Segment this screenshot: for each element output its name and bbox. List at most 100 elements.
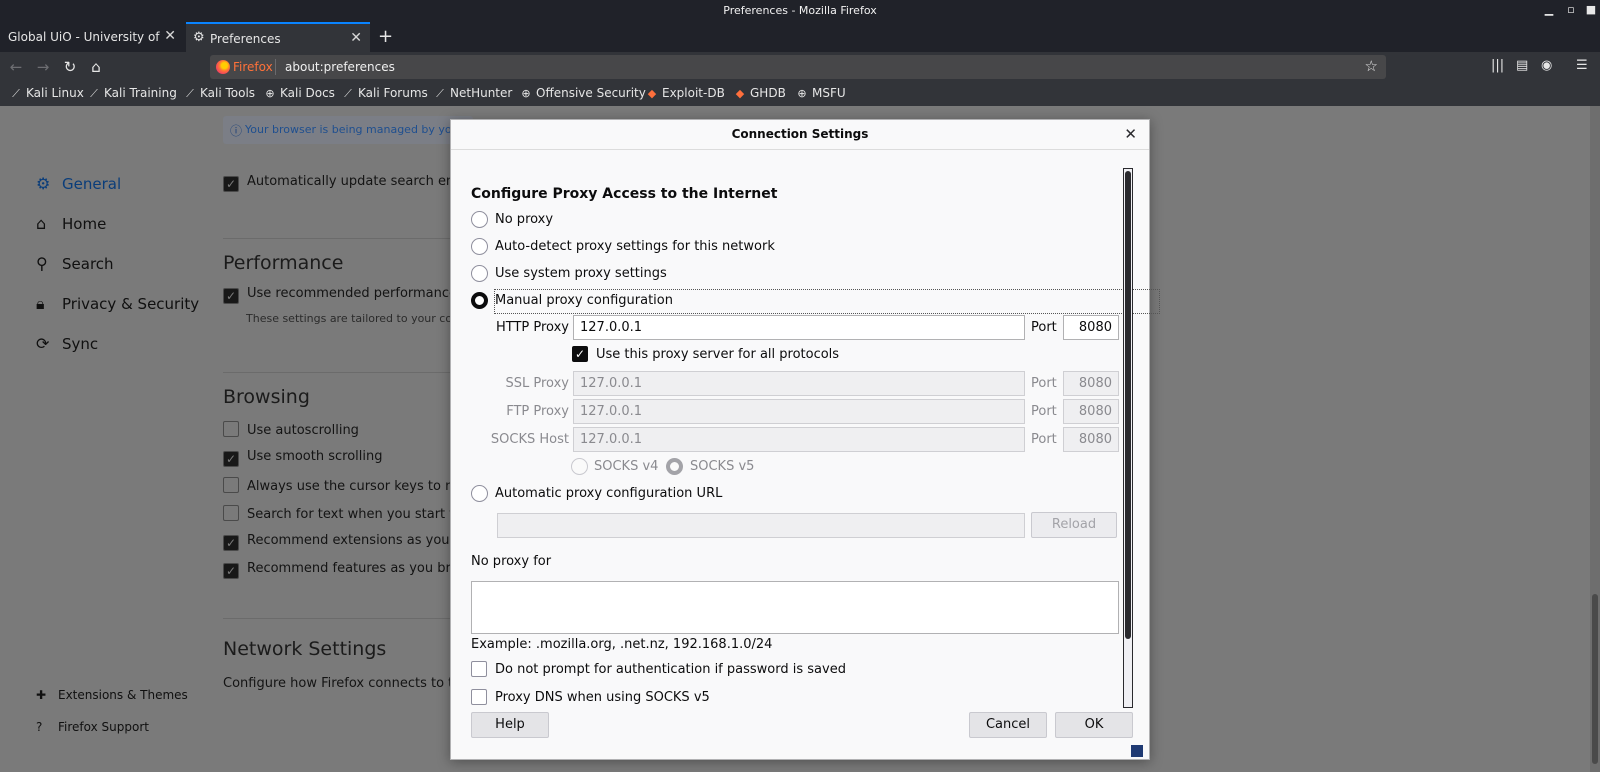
- divider: [223, 238, 453, 239]
- bookmark-item[interactable]: ⟋ Kali Tools: [184, 86, 255, 101]
- proxy-dns-checkbox[interactable]: [471, 689, 487, 705]
- no-proxy-radio[interactable]: [471, 211, 488, 228]
- identity-label: Firefox: [233, 60, 273, 74]
- socks-port-input[interactable]: 8080: [1063, 427, 1119, 452]
- page-scrollbar[interactable]: [1590, 106, 1600, 772]
- checkbox-label: Recommend features as you browse: [247, 561, 484, 576]
- ftp-port-input[interactable]: 8080: [1063, 399, 1119, 424]
- back-icon[interactable]: ←: [6, 57, 26, 77]
- proxy-heading: Configure Proxy Access to the Internet: [471, 186, 778, 202]
- no-proxy-for-label: No proxy for: [471, 554, 552, 569]
- sidebar-item-privacy[interactable]: 🔒︎ Privacy & Security: [36, 294, 199, 314]
- sidebar-icon[interactable]: ▤: [1516, 58, 1528, 73]
- bookmark-item[interactable]: ⟋ Kali Forums: [342, 86, 428, 101]
- forward-icon[interactable]: →: [33, 57, 53, 77]
- address-bar[interactable]: Firefox about:preferences ☆: [210, 55, 1386, 79]
- system-proxy-label[interactable]: Use system proxy settings: [495, 266, 667, 281]
- manual-proxy-radio[interactable]: [471, 292, 488, 309]
- bookmark-star-icon[interactable]: ☆: [1365, 57, 1378, 75]
- ssl-proxy-label: SSL Proxy: [505, 376, 570, 391]
- socks-v5-label[interactable]: SOCKS v5: [690, 459, 754, 474]
- extensions-themes-link[interactable]: ✚ Extensions & Themes: [36, 688, 188, 702]
- help-icon: ?: [36, 720, 43, 734]
- scrollbar-thumb[interactable]: [1125, 171, 1131, 639]
- sidebar-item-sync[interactable]: ⟳ Sync: [36, 334, 98, 353]
- checkbox[interactable]: ✓: [223, 563, 239, 579]
- library-icon[interactable]: |||: [1491, 58, 1504, 73]
- help-button[interactable]: Help: [471, 712, 549, 738]
- tab-uio[interactable]: Global UiO - University of Oslo ✕: [0, 22, 184, 52]
- cancel-button[interactable]: Cancel: [969, 712, 1047, 738]
- bookmark-item[interactable]: ⟋ NetHunter: [434, 86, 512, 101]
- socks-host-input[interactable]: 127.0.0.1: [573, 427, 1025, 452]
- bookmark-item[interactable]: ⟋ Kali Training: [88, 86, 177, 101]
- ssl-port-input[interactable]: 8080: [1063, 371, 1119, 396]
- minimize-icon[interactable]: ▁: [1542, 3, 1556, 17]
- menu-icon[interactable]: ☰: [1576, 58, 1588, 73]
- resize-grip-icon[interactable]: [1131, 745, 1143, 757]
- checkbox[interactable]: ✓: [223, 176, 239, 192]
- dialog-scrollbar[interactable]: [1123, 168, 1133, 708]
- bookmark-item[interactable]: ⊕ Kali Docs: [264, 86, 335, 100]
- checkbox[interactable]: ✓: [223, 288, 239, 304]
- url-text[interactable]: about:preferences: [285, 60, 395, 74]
- auto-detect-label[interactable]: Auto-detect proxy settings for this netw…: [495, 239, 775, 254]
- smooth-scroll-checkbox[interactable]: ✓ Use smooth scrolling: [223, 449, 383, 467]
- gear-icon: ⚙: [193, 30, 205, 45]
- link-label: Extensions & Themes: [58, 688, 188, 702]
- close-tab-icon[interactable]: ✕: [164, 28, 176, 44]
- socks-v5-radio[interactable]: [666, 458, 683, 475]
- new-tab-icon[interactable]: +: [378, 26, 393, 47]
- ftp-proxy-input[interactable]: 127.0.0.1: [573, 399, 1025, 424]
- scrollbar-thumb[interactable]: [1592, 594, 1598, 764]
- no-proxy-label[interactable]: No proxy: [495, 212, 553, 227]
- tab-preferences[interactable]: ⚙ Preferences ✕: [186, 22, 370, 52]
- manual-proxy-label[interactable]: Manual proxy configuration: [495, 293, 673, 308]
- checkbox[interactable]: [223, 505, 239, 521]
- kali-dragon-icon: ⟋: [344, 87, 352, 100]
- system-proxy-radio[interactable]: [471, 265, 488, 282]
- ssl-proxy-input[interactable]: 127.0.0.1: [573, 371, 1025, 396]
- socks-v4-radio[interactable]: [571, 458, 588, 475]
- autoscroll-checkbox[interactable]: Use autoscrolling: [223, 421, 359, 438]
- recommend-features-checkbox[interactable]: ✓ Recommend features as you browse: [223, 561, 484, 579]
- checkbox[interactable]: [223, 421, 239, 437]
- bookmark-item[interactable]: ⟋ Kali Linux: [10, 86, 84, 101]
- auto-config-url-input[interactable]: [497, 513, 1025, 538]
- checkbox[interactable]: ✓: [223, 451, 239, 467]
- sidebar-item-search[interactable]: ⚲ Search: [36, 254, 114, 273]
- share-proxy-label[interactable]: Use this proxy server for all protocols: [596, 347, 839, 362]
- sidebar-item-home[interactable]: ⌂ Home: [36, 214, 106, 233]
- socks-v4-label[interactable]: SOCKS v4: [594, 459, 658, 474]
- ok-button[interactable]: OK: [1055, 712, 1133, 738]
- share-proxy-checkbox[interactable]: ✓: [572, 346, 588, 362]
- bookmark-item[interactable]: ⊕ MSFU: [796, 86, 845, 100]
- home-icon[interactable]: ⌂: [86, 57, 106, 77]
- no-proxy-for-textarea[interactable]: [471, 581, 1119, 634]
- sidebar-item-general[interactable]: ⚙ General: [36, 174, 121, 193]
- auto-config-url-label[interactable]: Automatic proxy configuration URL: [495, 486, 722, 501]
- bookmark-item[interactable]: ◆ Exploit-DB: [646, 86, 725, 100]
- auto-config-url-radio[interactable]: [471, 485, 488, 502]
- bookmark-item[interactable]: ⊕ Offensive Security: [520, 86, 645, 100]
- http-port-input[interactable]: 8080: [1063, 315, 1119, 340]
- close-window-icon[interactable]: ■: [1584, 3, 1598, 17]
- close-icon[interactable]: ✕: [1124, 125, 1137, 143]
- divider: [223, 618, 453, 619]
- maximize-icon[interactable]: ▫: [1564, 3, 1578, 17]
- browsing-heading: Browsing: [223, 386, 310, 408]
- proxy-dns-label[interactable]: Proxy DNS when using SOCKS v5: [495, 690, 710, 705]
- reload-button[interactable]: Reload: [1031, 512, 1117, 538]
- checkbox[interactable]: ✓: [223, 535, 239, 551]
- policy-notice-link[interactable]: Your browser is being managed by your or…: [245, 123, 471, 136]
- account-icon[interactable]: ◉: [1541, 58, 1552, 73]
- auto-detect-radio[interactable]: [471, 238, 488, 255]
- reload-icon[interactable]: ↻: [60, 57, 80, 77]
- no-auth-prompt-checkbox[interactable]: [471, 661, 487, 677]
- checkbox[interactable]: [223, 477, 239, 493]
- http-proxy-input[interactable]: 127.0.0.1: [573, 315, 1025, 340]
- close-tab-icon[interactable]: ✕: [350, 30, 362, 46]
- firefox-support-link[interactable]: ? Firefox Support: [36, 720, 149, 734]
- no-auth-prompt-label[interactable]: Do not prompt for authentication if pass…: [495, 662, 846, 677]
- bookmark-item[interactable]: ◆ GHDB: [734, 86, 786, 100]
